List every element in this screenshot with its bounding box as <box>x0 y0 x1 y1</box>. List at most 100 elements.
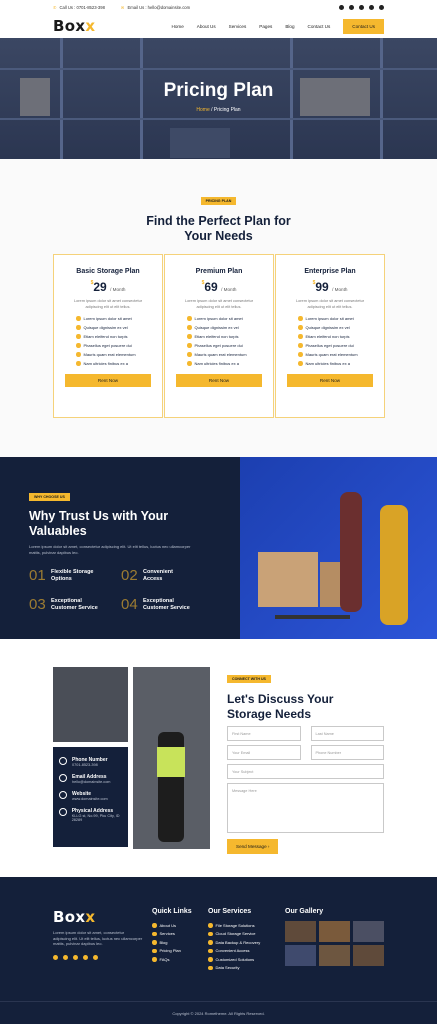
plan-card-premium: Premium Plan $69 / Month Lorem ipsum dol… <box>164 254 274 418</box>
youtube-icon[interactable] <box>359 4 364 10</box>
plan-price: $29 / Month <box>90 280 126 294</box>
why-item: 01 Flexible Storage Options <box>29 567 94 584</box>
quick-link[interactable]: Pricing Plan <box>152 947 192 956</box>
check-icon <box>187 343 192 348</box>
pricing-title: Find the Perfect Plan for Your Needs <box>146 214 291 243</box>
linkedin-icon[interactable] <box>83 954 88 960</box>
footer-social <box>53 954 143 960</box>
plan-name: Enterprise Plan <box>304 268 356 275</box>
nav-item-contact[interactable]: Contact Us <box>308 24 331 29</box>
send-message-button[interactable]: Send Message › <box>227 839 279 854</box>
nav-item-home[interactable]: Home <box>172 24 184 29</box>
email-input[interactable]: Your Email <box>227 745 301 760</box>
check-icon <box>298 361 303 366</box>
why-choose-us-section: WHY CHOOSE US Why Trust Us with Your Valu… <box>0 457 437 639</box>
facebook-icon[interactable] <box>339 4 344 10</box>
pricing-cards: Basic Storage Plan $29 / Month Lorem ips… <box>53 254 386 418</box>
twitter-icon[interactable] <box>349 4 354 10</box>
feature-item: Lorem ipsum dolor sit amet <box>187 314 273 323</box>
footer: Boxx Lorem ipsum dolor sit amet, consect… <box>0 877 437 1024</box>
location-icon <box>59 808 67 816</box>
phone-icon <box>59 757 67 765</box>
our-gallery: Our Gallery <box>285 908 384 966</box>
page-title: Pricing Plan <box>163 80 274 101</box>
quick-link[interactable]: Blog <box>152 938 192 947</box>
contact-section: Phone Number 0701-8523-398 Email Address h… <box>53 667 384 854</box>
email-icon <box>59 774 67 782</box>
feature-item: Etiam eleifend non turpis <box>298 332 384 341</box>
gallery-image[interactable] <box>285 945 316 966</box>
contact-email: Email Address hello@domainsite.com <box>59 774 128 784</box>
social-links <box>339 4 384 10</box>
last-name-input[interactable]: Last Name <box>310 726 384 741</box>
contact-address: Physical Address KLLG st, No.99, Pku City… <box>59 808 128 822</box>
linkedin-icon[interactable] <box>369 4 374 10</box>
feature-item: Mauris quam erat elementum <box>76 350 162 359</box>
quick-links: Quick Links About Us Services Blog Prici… <box>152 908 192 964</box>
contact-info-card: Phone Number 0701-8523-398 Email Address h… <box>53 747 128 847</box>
service-link[interactable]: File Storage Solutions <box>208 921 260 930</box>
gallery-image[interactable] <box>319 921 350 942</box>
service-link[interactable]: Customized Solutions <box>208 955 260 964</box>
twitter-icon[interactable] <box>63 954 68 960</box>
logo[interactable]: Boxx <box>53 17 95 35</box>
call-info: ✆ Call Us : 0701-8523-398 <box>53 4 105 10</box>
plan-price: $99 / Month <box>312 280 348 294</box>
phone-input[interactable]: Phone Number <box>310 745 384 760</box>
quick-link[interactable]: FAQs <box>152 955 192 964</box>
pricing-section: PRICING PLAN Find the Perfect Plan for Yo… <box>0 159 437 457</box>
feature-item: Nam ultricies finibus ex a <box>76 359 162 368</box>
feature-item: Phasellus eget posuere dui <box>298 341 384 350</box>
check-icon <box>187 325 192 330</box>
service-link[interactable]: Data Security <box>208 964 260 973</box>
message-textarea[interactable]: Message Here <box>227 783 384 833</box>
why-item: 03 Exceptional Customer Service <box>29 596 98 613</box>
check-icon <box>298 325 303 330</box>
quick-link[interactable]: About Us <box>152 921 192 930</box>
nav-item-blog[interactable]: Blog <box>285 24 294 29</box>
quick-link[interactable]: Services <box>152 930 192 939</box>
gallery-image[interactable] <box>353 921 384 942</box>
feature-item: Phasellus eget posuere dui <box>76 341 162 350</box>
subject-input[interactable]: Your Subject <box>227 764 384 779</box>
plan-price: $69 / Month <box>201 280 237 294</box>
instagram-icon[interactable] <box>379 4 384 10</box>
check-icon <box>76 325 81 330</box>
instagram-icon[interactable] <box>93 954 98 960</box>
check-icon <box>298 334 303 339</box>
nav-item-pages[interactable]: Pages <box>259 24 272 29</box>
service-link[interactable]: Convenient Access <box>208 947 260 956</box>
service-link[interactable]: Data Backup & Recovery <box>208 938 260 947</box>
check-icon <box>76 334 81 339</box>
service-link[interactable]: Cloud Storage Service <box>208 930 260 939</box>
form-title: Let's Discuss Your Storage Needs <box>227 692 334 721</box>
footer-logo[interactable]: Boxx <box>53 908 143 926</box>
rent-now-button[interactable]: Rent Now <box>287 374 373 388</box>
gallery-image[interactable] <box>285 921 316 942</box>
breadcrumb-home[interactable]: Home <box>196 107 209 113</box>
plan-features: Lorem ipsum dolor sit amet Quisque digni… <box>298 314 384 368</box>
menu: Home About Us Services Pages Blog Contac… <box>172 18 384 34</box>
check-icon <box>298 316 303 321</box>
feature-item: Nam ultricies finibus ex a <box>187 359 273 368</box>
plan-features: Lorem ipsum dolor sit amet Quisque digni… <box>187 314 273 368</box>
facebook-icon[interactable] <box>53 954 58 960</box>
feature-item: Etiam eleifend non turpis <box>76 332 162 341</box>
youtube-icon[interactable] <box>73 954 78 960</box>
nav-item-services[interactable]: Services <box>229 24 247 29</box>
worker-photo <box>133 667 210 849</box>
contact-form: CONNECT WITH US Let's Discuss Your Storag… <box>227 667 384 854</box>
rent-now-button[interactable]: Rent Now <box>176 374 262 388</box>
feature-item: Mauris quam erat elementum <box>298 350 384 359</box>
contact-us-button[interactable]: Contact Us <box>343 18 384 34</box>
gallery-image[interactable] <box>353 945 384 966</box>
first-name-input[interactable]: First Name <box>227 726 301 741</box>
nav-item-about[interactable]: About Us <box>197 24 216 29</box>
top-bar: ✆ Call Us : 0701-8523-398 ✉ Email Us : hel… <box>0 0 437 14</box>
feature-item: Quisque dignissim ex vel <box>76 323 162 332</box>
feature-item: Quisque dignissim ex vel <box>187 323 273 332</box>
storage-photo <box>240 457 437 639</box>
pricing-tag: PRICING PLAN <box>200 197 237 205</box>
gallery-image[interactable] <box>319 945 350 966</box>
rent-now-button[interactable]: Rent Now <box>65 374 151 388</box>
